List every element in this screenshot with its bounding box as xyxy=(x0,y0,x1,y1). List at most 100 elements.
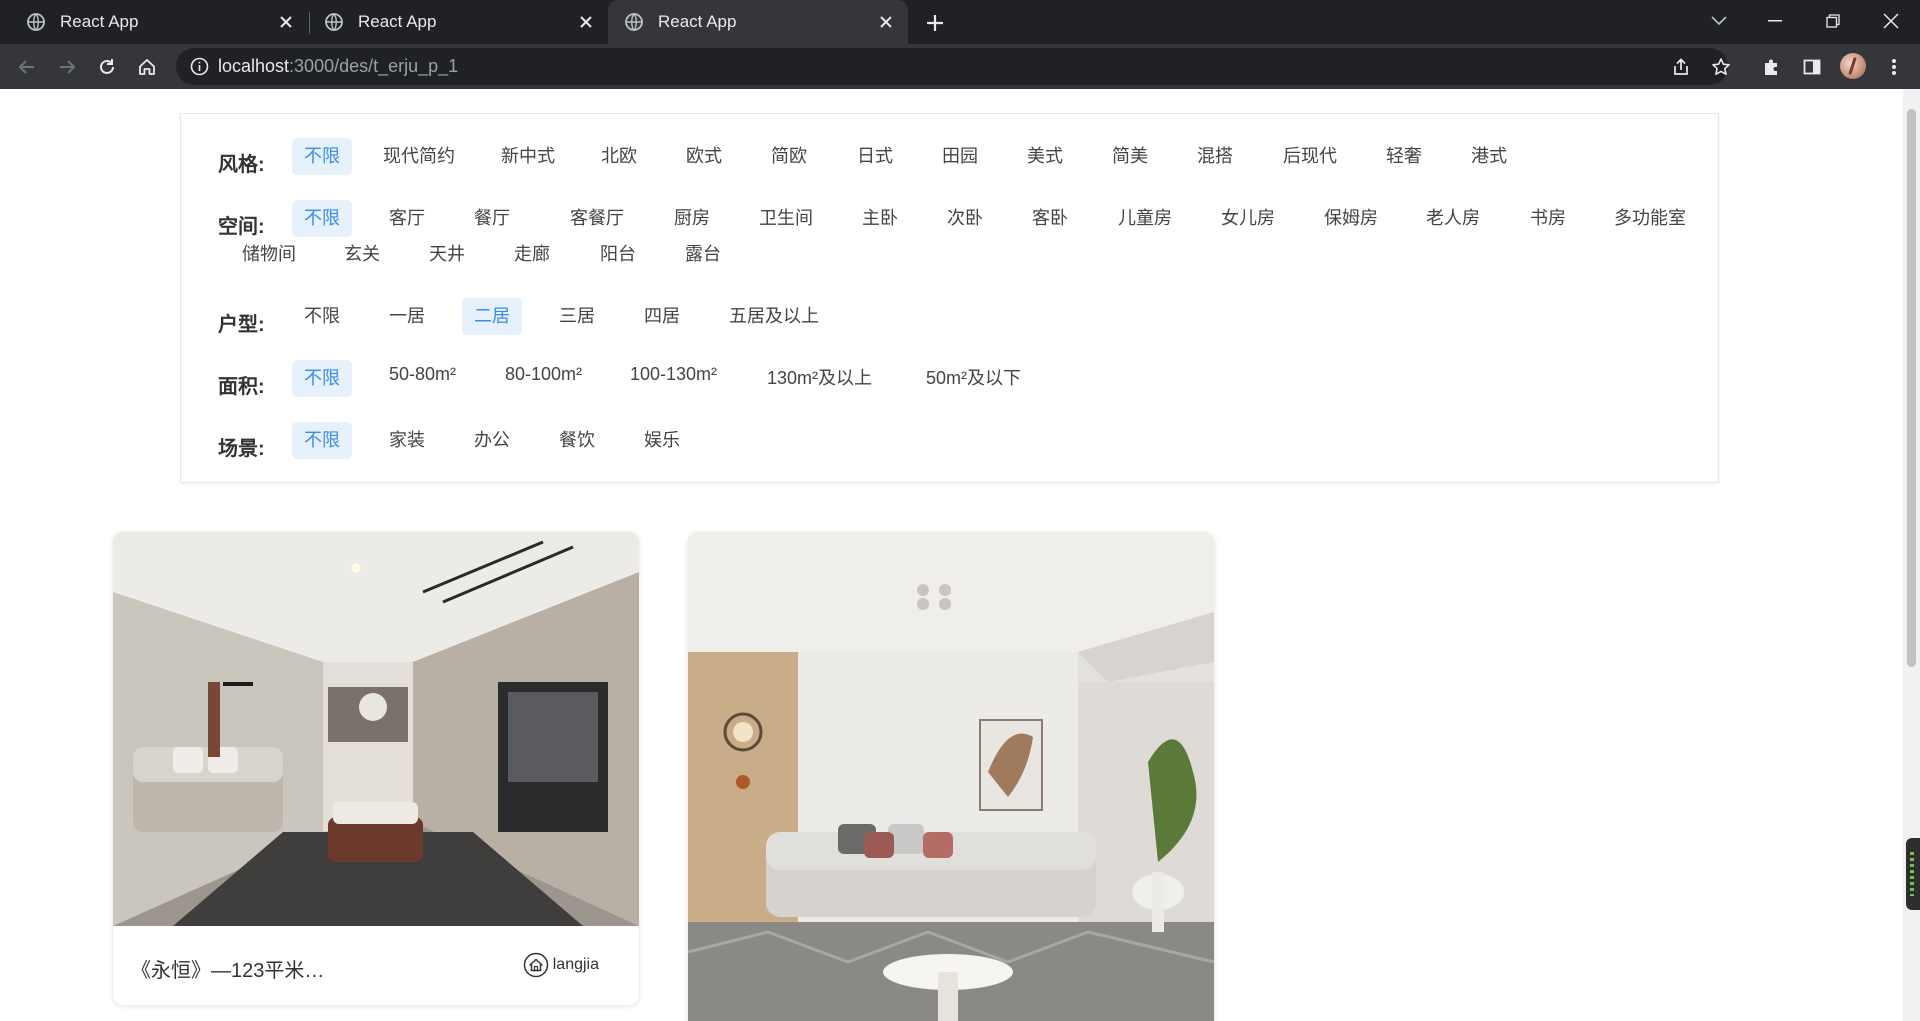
filter-option[interactable]: 简美 xyxy=(1100,138,1160,175)
filter-option[interactable]: 港式 xyxy=(1459,138,1519,175)
filter-option[interactable]: 老人房 xyxy=(1414,200,1492,237)
filter-option[interactable]: 欧式 xyxy=(674,138,734,175)
filter-option[interactable]: 混搭 xyxy=(1185,138,1245,175)
filter-option[interactable]: 卫生间 xyxy=(747,200,825,237)
filter-option[interactable]: 阳台 xyxy=(588,236,648,273)
close-icon[interactable] xyxy=(276,12,296,32)
filter-option[interactable]: 餐饮 xyxy=(547,422,607,459)
close-icon[interactable] xyxy=(576,12,596,32)
minimize-button[interactable] xyxy=(1758,6,1792,36)
window-close-button[interactable] xyxy=(1874,6,1908,36)
filter-option[interactable]: 儿童房 xyxy=(1106,200,1184,237)
filter-option[interactable]: 办公 xyxy=(462,422,522,459)
design-photo[interactable] xyxy=(113,532,639,926)
filter-option[interactable]: 走廊 xyxy=(502,236,562,273)
filter-option[interactable]: 储物间 xyxy=(230,236,308,273)
filter-option[interactable]: 三居 xyxy=(547,298,607,335)
filter-option[interactable]: 露台 xyxy=(673,236,733,273)
reload-button[interactable] xyxy=(92,52,122,82)
address-bar[interactable]: localhost:3000/des/t_erju_p_1 xyxy=(176,48,1730,85)
filter-option[interactable]: 玄关 xyxy=(332,236,392,273)
filter-option[interactable]: 现代简约 xyxy=(371,138,467,175)
side-panel-button[interactable] xyxy=(1797,52,1827,82)
living-room-image xyxy=(688,532,1214,1021)
profile-avatar[interactable] xyxy=(1840,53,1866,79)
menu-button[interactable] xyxy=(1879,52,1909,82)
filter-option[interactable]: 130m²及以上 xyxy=(755,360,884,397)
browser-toolbar: localhost:3000/des/t_erju_p_1 xyxy=(0,44,1920,89)
filter-option[interactable]: 书房 xyxy=(1518,200,1578,237)
filter-option[interactable]: 后现代 xyxy=(1271,138,1349,175)
share-icon[interactable] xyxy=(1670,56,1692,78)
filter-option[interactable]: 不限 xyxy=(292,422,352,459)
filter-option[interactable]: 厨房 xyxy=(662,200,722,237)
filter-option[interactable]: 客餐厅 xyxy=(558,200,636,237)
filter-option[interactable]: 次卧 xyxy=(935,200,995,237)
filter-option[interactable]: 多功能室 xyxy=(1602,200,1698,237)
design-photo[interactable] xyxy=(688,532,1214,1021)
back-button[interactable] xyxy=(12,52,42,82)
filter-option[interactable]: 主卧 xyxy=(850,200,910,237)
filter-option[interactable]: 100-130m² xyxy=(618,356,729,393)
browser-tab-3-active[interactable]: React App xyxy=(608,0,908,44)
filter-option[interactable]: 50-80m² xyxy=(377,356,468,393)
filter-option[interactable]: 四居 xyxy=(632,298,692,335)
filter-label: 面积: xyxy=(218,376,265,398)
tab-title: React App xyxy=(60,12,139,31)
filter-option[interactable]: 简欧 xyxy=(759,138,819,175)
tab-search-button[interactable] xyxy=(1702,6,1736,36)
scrollbar-thumb[interactable] xyxy=(1907,109,1916,667)
filter-option[interactable]: 五居及以上 xyxy=(717,298,831,335)
card-author[interactable]: langjia xyxy=(523,952,599,978)
filter-option[interactable]: 北欧 xyxy=(589,138,649,175)
author-name: langjia xyxy=(552,956,599,973)
plus-icon xyxy=(927,15,943,31)
browser-tab-1[interactable]: React App xyxy=(0,0,308,44)
filter-option[interactable]: 客厅 xyxy=(377,200,437,237)
extensions-button[interactable] xyxy=(1757,52,1787,82)
url-path: :3000/des/t_erju_p_1 xyxy=(289,56,459,76)
info-icon[interactable] xyxy=(190,57,209,76)
close-icon[interactable] xyxy=(876,12,896,32)
restore-button[interactable] xyxy=(1816,6,1850,36)
filter-option[interactable]: 客卧 xyxy=(1020,200,1080,237)
filter-option[interactable]: 二居 xyxy=(462,298,522,335)
filter-option[interactable]: 不限 xyxy=(292,298,352,335)
filter-option[interactable]: 轻奢 xyxy=(1374,138,1434,175)
card-title[interactable]: 《永恒》—123平米… xyxy=(131,954,324,983)
filter-option[interactable]: 不限 xyxy=(292,138,352,175)
living-room-image xyxy=(113,532,639,926)
design-card[interactable]: 《永恒》—123平米… langjia xyxy=(113,532,639,1005)
filter-option[interactable]: 餐厅 xyxy=(462,200,522,237)
globe-icon xyxy=(625,13,643,31)
design-card[interactable] xyxy=(688,532,1214,1021)
filter-option[interactable]: 田园 xyxy=(930,138,990,175)
filter-option[interactable]: 女儿房 xyxy=(1209,200,1287,237)
filter-option[interactable]: 保姆房 xyxy=(1312,200,1390,237)
filter-option[interactable]: 日式 xyxy=(845,138,905,175)
tab-title: React App xyxy=(358,12,437,31)
filter-option[interactable]: 50m²及以下 xyxy=(914,360,1033,397)
card-meta: 《永恒》—123平米… langjia xyxy=(113,926,639,1005)
filter-option[interactable]: 不限 xyxy=(292,200,352,237)
new-tab-button[interactable] xyxy=(922,10,948,36)
browser-tab-2[interactable]: React App xyxy=(310,0,608,44)
house-icon xyxy=(523,952,548,978)
filter-option[interactable]: 娱乐 xyxy=(632,422,692,459)
filter-option[interactable]: 美式 xyxy=(1015,138,1075,175)
filter-option[interactable]: 不限 xyxy=(292,360,352,397)
filter-label: 户型: xyxy=(218,314,265,336)
more-vertical-icon xyxy=(1892,59,1896,75)
filter-option[interactable]: 80-100m² xyxy=(493,356,594,393)
filter-option[interactable]: 天井 xyxy=(417,236,477,273)
side-panel-icon xyxy=(1803,59,1821,75)
home-button[interactable] xyxy=(132,52,162,82)
forward-button[interactable] xyxy=(52,52,82,82)
filter-option[interactable]: 家装 xyxy=(377,422,437,459)
star-icon[interactable] xyxy=(1710,56,1732,78)
filter-option[interactable]: 一居 xyxy=(377,298,437,335)
filter-option[interactable]: 新中式 xyxy=(489,138,567,175)
side-widget[interactable] xyxy=(1906,838,1920,910)
url-host: localhost xyxy=(218,56,290,76)
filter-label: 风格: xyxy=(218,154,265,176)
